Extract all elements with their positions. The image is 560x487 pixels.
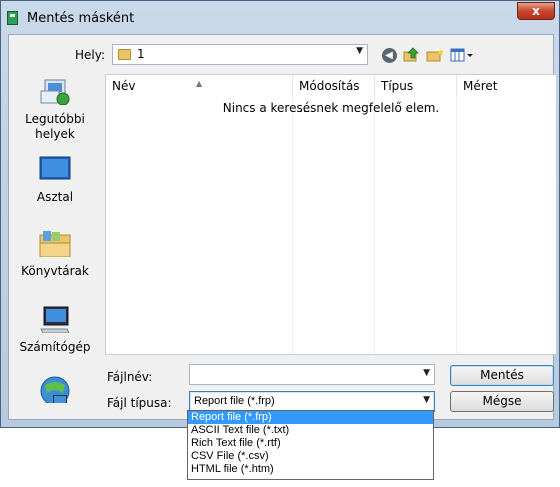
save-as-dialog: Mentés másként x Hely: 1 ▼ ◀ Legutóbbi h… xyxy=(0,0,560,428)
app-icon xyxy=(7,11,18,25)
desktop-icon xyxy=(39,156,71,180)
recent-places-icon xyxy=(40,79,70,106)
computer-icon xyxy=(40,306,70,334)
sidebar-item-computer[interactable]: Számítógép xyxy=(11,305,99,354)
sidebar-item-desktop[interactable]: Asztal xyxy=(11,155,99,204)
filetype-option[interactable]: Report file (*.frp) xyxy=(188,411,433,424)
up-folder-button[interactable] xyxy=(402,46,420,64)
filetype-value: Report file (*.frp) xyxy=(194,395,275,407)
sidebar-item-recent-places[interactable]: Legutóbbi helyek xyxy=(11,77,99,142)
file-list[interactable]: ▲ Név Módosítás ... Típus Méret Nincs a … xyxy=(105,74,557,355)
sidebar-item-label: Könyvtárak xyxy=(21,264,89,278)
filetype-select[interactable]: Report file (*.frp) ▼ xyxy=(189,391,435,412)
title-bar[interactable]: Mentés másként x xyxy=(1,1,559,33)
chevron-down-icon: ▼ xyxy=(423,395,430,405)
filetype-option[interactable]: Rich Text file (*.rtf) xyxy=(188,437,433,450)
column-divider xyxy=(374,97,375,354)
back-icon: ◀ xyxy=(381,47,397,63)
view-menu-button[interactable] xyxy=(450,46,474,64)
sidebar-item-network[interactable] xyxy=(11,375,99,410)
sort-ascending-icon: ▲ xyxy=(196,79,203,88)
filename-label: Fájlnév: xyxy=(107,370,153,384)
new-folder-button[interactable] xyxy=(426,46,444,64)
sidebar-item-label: Asztal xyxy=(36,190,74,204)
column-divider xyxy=(292,97,293,354)
close-button[interactable]: x xyxy=(517,2,555,20)
sidebar-item-label: Számítógép xyxy=(19,340,91,354)
new-folder-icon xyxy=(426,48,444,62)
column-header-name[interactable]: ▲ Név xyxy=(106,75,293,97)
empty-list-message: Nincs a keresésnek megfelelő elem. xyxy=(222,101,440,115)
sidebar-item-label: Legutóbbi helyek xyxy=(25,112,85,141)
filetype-option[interactable]: ASCII Text file (*.txt) xyxy=(188,424,433,437)
back-button[interactable]: ◀ xyxy=(380,46,398,64)
dialog-body: Hely: 1 ▼ ◀ Legutóbbi helyek Asztal Köny… xyxy=(8,34,557,420)
view-menu-icon xyxy=(450,48,473,62)
chevron-down-icon: ▼ xyxy=(423,368,430,378)
folder-icon xyxy=(118,49,131,60)
up-folder-icon xyxy=(403,47,419,62)
save-button[interactable]: Mentés xyxy=(450,365,554,386)
column-header-modified[interactable]: Módosítás ... xyxy=(293,75,375,115)
column-header-size[interactable]: Méret xyxy=(457,75,556,97)
filetype-option[interactable]: HTML file (*.htm) xyxy=(188,463,433,476)
places-sidebar: Legutóbbi helyek Asztal Könyvtárak Számí… xyxy=(11,73,99,417)
location-value: 1 xyxy=(137,47,145,61)
libraries-icon xyxy=(39,231,71,258)
column-header-type[interactable]: Típus xyxy=(375,75,457,97)
filetype-label: Fájl típusa: xyxy=(107,396,172,410)
column-divider xyxy=(456,97,457,354)
cancel-button[interactable]: Mégse xyxy=(450,391,554,412)
filetype-dropdown-list: Report file (*.frp) ASCII Text file (*.t… xyxy=(187,410,434,480)
chevron-down-icon: ▼ xyxy=(356,46,363,56)
filename-input[interactable]: ▼ xyxy=(189,364,435,385)
network-icon xyxy=(40,376,70,406)
location-label: Hely: xyxy=(75,48,106,62)
filetype-option[interactable]: CSV File (*.csv) xyxy=(188,450,433,463)
location-combobox[interactable]: 1 ▼ xyxy=(112,44,368,65)
window-title: Mentés másként xyxy=(27,11,135,26)
sidebar-item-libraries[interactable]: Könyvtárak xyxy=(11,229,99,278)
